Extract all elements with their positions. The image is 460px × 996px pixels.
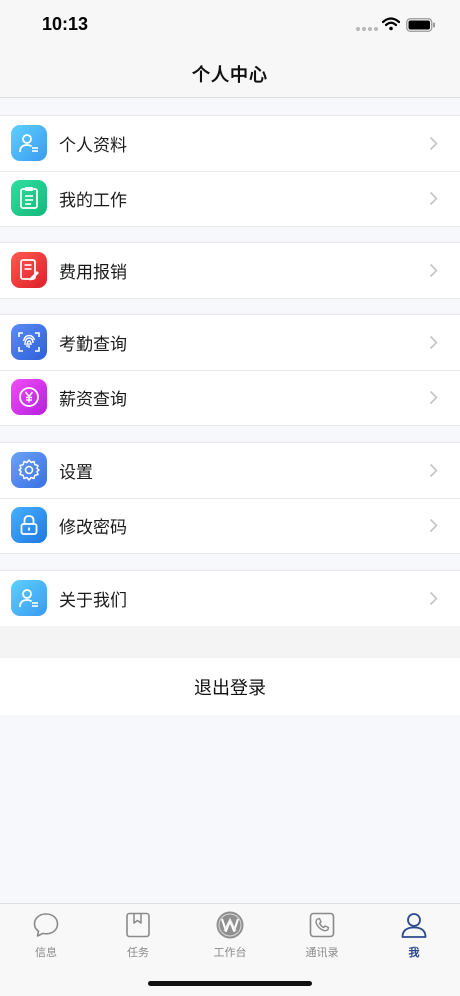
tab-label: 工作台 bbox=[213, 946, 247, 959]
menu-item-label: 考勤查询 bbox=[59, 335, 127, 355]
chevron-right-icon bbox=[429, 463, 438, 478]
tab-label: 信息 bbox=[35, 946, 57, 959]
tab-workbench[interactable]: 工作台 bbox=[184, 910, 276, 968]
menu-item-about[interactable]: 关于我们 bbox=[0, 571, 460, 626]
menu-item-profile[interactable]: 个人资料 bbox=[0, 116, 460, 171]
status-time: 10:13 bbox=[42, 14, 89, 34]
user-card-icon bbox=[11, 125, 47, 161]
menu-group-expense: 费用报销 bbox=[0, 242, 460, 299]
form-edit-icon bbox=[11, 252, 47, 288]
menu-item-expense[interactable]: 费用报销 bbox=[0, 243, 460, 298]
logout-label: 退出登录 bbox=[194, 677, 266, 699]
logout-button[interactable]: 退出登录 bbox=[0, 658, 460, 715]
fingerprint-icon bbox=[11, 324, 47, 360]
menu-group-about: 关于我们 bbox=[0, 570, 460, 627]
user-card-icon bbox=[11, 580, 47, 616]
menu-item-settings[interactable]: 设置 bbox=[0, 443, 460, 498]
chevron-right-icon bbox=[429, 136, 438, 151]
gear-icon bbox=[11, 452, 47, 488]
menu-item-label: 薪资查询 bbox=[59, 390, 127, 410]
chat-bubble-icon bbox=[31, 910, 61, 940]
tab-contacts[interactable]: 通讯录 bbox=[276, 910, 368, 968]
phone-icon bbox=[307, 910, 337, 940]
menu-item-attendance[interactable]: 考勤查询 bbox=[0, 315, 460, 370]
menu-item-salary[interactable]: 薪资查询 bbox=[0, 370, 460, 425]
workbench-logo-icon bbox=[215, 910, 245, 940]
status-bar: 10:13 bbox=[0, 0, 460, 50]
tab-tasks[interactable]: 任务 bbox=[92, 910, 184, 968]
menu-item-label: 修改密码 bbox=[59, 518, 127, 538]
chevron-right-icon bbox=[429, 263, 438, 278]
menu-item-label: 个人资料 bbox=[59, 136, 127, 156]
chevron-right-icon bbox=[429, 335, 438, 350]
tab-label: 我 bbox=[408, 946, 420, 959]
chevron-right-icon bbox=[429, 518, 438, 533]
battery-icon bbox=[406, 18, 435, 32]
chevron-right-icon bbox=[429, 191, 438, 206]
menu-item-label: 费用报销 bbox=[59, 263, 127, 283]
nav-bar: 个人中心 bbox=[0, 50, 460, 98]
menu-item-my-work[interactable]: 我的工作 bbox=[0, 171, 460, 226]
yen-coin-icon bbox=[11, 379, 47, 415]
tab-label: 通讯录 bbox=[305, 946, 339, 959]
chevron-right-icon bbox=[429, 390, 438, 405]
menu-item-label: 设置 bbox=[59, 463, 93, 483]
tab-label: 任务 bbox=[127, 946, 149, 959]
section-divider bbox=[0, 626, 460, 658]
menu-item-password[interactable]: 修改密码 bbox=[0, 498, 460, 553]
person-icon bbox=[399, 910, 429, 940]
cellular-signal-icon bbox=[356, 27, 378, 31]
chevron-right-icon bbox=[429, 591, 438, 606]
wifi-icon bbox=[382, 17, 400, 31]
menu-group-account: 设置 修改密码 bbox=[0, 442, 460, 554]
bookmark-book-icon bbox=[123, 910, 153, 940]
clipboard-icon bbox=[11, 180, 47, 216]
page-title: 个人中心 bbox=[192, 64, 268, 86]
tab-messages[interactable]: 信息 bbox=[0, 910, 92, 968]
menu-group-personal: 个人资料 我的工作 bbox=[0, 115, 460, 227]
menu-item-label: 关于我们 bbox=[59, 591, 127, 611]
lock-icon bbox=[11, 507, 47, 543]
menu-group-queries: 考勤查询 薪资查询 bbox=[0, 314, 460, 426]
home-indicator bbox=[148, 981, 312, 986]
menu-item-label: 我的工作 bbox=[59, 191, 127, 211]
tab-me[interactable]: 我 bbox=[368, 910, 460, 968]
